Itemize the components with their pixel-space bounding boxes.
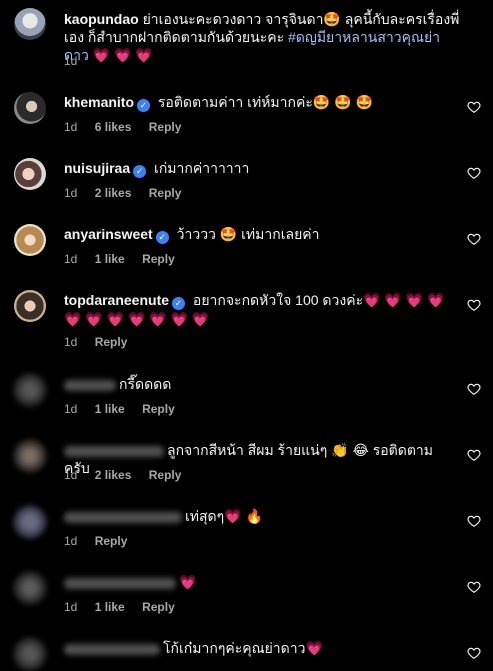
- comment-text: 💗: [179, 574, 197, 590]
- avatar[interactable]: [14, 440, 46, 472]
- reply-button[interactable]: Reply: [149, 120, 182, 134]
- comment-time: 1d: [64, 402, 78, 416]
- username-redacted: [64, 577, 176, 589]
- heart-outline-icon[interactable]: [467, 580, 481, 594]
- comment-time: 1d: [64, 468, 78, 482]
- username-redacted: [64, 445, 164, 457]
- heart-outline-icon[interactable]: [467, 100, 481, 114]
- verified-badge-icon: ✓: [172, 297, 186, 310]
- heart-outline-icon[interactable]: [467, 232, 481, 246]
- heart-outline-icon[interactable]: [467, 166, 481, 180]
- username-redacted: [64, 379, 116, 391]
- heart-outline-icon[interactable]: [467, 646, 481, 660]
- comment-likes[interactable]: 1 like: [95, 600, 125, 614]
- comment-text: ว้าววว 🤩 เท่มากเลยค่า: [176, 226, 320, 242]
- comment-meta: 1d Reply: [64, 335, 141, 349]
- reply-button[interactable]: Reply: [95, 335, 128, 349]
- comment-text: เท่สุดๆ💗 🔥: [185, 508, 263, 524]
- comment-time: 1d: [64, 54, 78, 68]
- comment-username[interactable]: topdaraneenute: [64, 292, 169, 308]
- comment-text: โก้เก๋มากๆค่ะคุณย่าดาว💗: [163, 640, 323, 656]
- comment-username[interactable]: khemanito: [64, 94, 134, 110]
- avatar[interactable]: [14, 572, 46, 604]
- comment-meta: 1d 2 likes Reply: [64, 468, 195, 482]
- verified-badge-icon: ✓: [137, 99, 151, 112]
- comment-time: 1d: [64, 335, 78, 349]
- reply-button[interactable]: Reply: [95, 534, 128, 548]
- heart-outline-icon[interactable]: [467, 382, 481, 396]
- reply-button[interactable]: Reply: [149, 468, 182, 482]
- comment-time: 1d: [64, 186, 78, 200]
- comment-likes[interactable]: 2 likes: [95, 468, 132, 482]
- username-redacted: [64, 643, 160, 655]
- comment-emoji: 💗 💗 💗: [92, 47, 153, 63]
- reply-button[interactable]: Reply: [142, 402, 175, 416]
- comment-meta: 1d Reply: [64, 534, 141, 548]
- username-redacted: [64, 511, 182, 523]
- comment-username[interactable]: kaopundao: [64, 11, 139, 27]
- comment-likes[interactable]: 1 like: [95, 402, 125, 416]
- comment-meta: 1d 1 like Reply: [64, 402, 189, 416]
- heart-outline-icon[interactable]: [467, 298, 481, 312]
- comment-meta: 1d 1 like Reply: [64, 600, 189, 614]
- avatar[interactable]: [14, 8, 46, 40]
- comment-meta: 1d 1 like Reply: [64, 252, 189, 266]
- avatar[interactable]: [14, 158, 46, 190]
- comment-time: 1d: [64, 252, 78, 266]
- heart-outline-icon[interactable]: [467, 448, 481, 462]
- comment-meta: 1d 6 likes Reply: [64, 120, 195, 134]
- comment-text: กรี๊ดดดด: [119, 376, 172, 392]
- comment-username[interactable]: anyarinsweet: [64, 226, 153, 242]
- avatar[interactable]: [14, 92, 46, 124]
- comment-time: 1d: [64, 120, 78, 134]
- verified-badge-icon: ✓: [155, 231, 169, 244]
- verified-badge-icon: ✓: [133, 165, 147, 178]
- comments-list: kaopundao ย่าเองนะคะดวงดาว จารุจินดา🤩 ลุ…: [0, 0, 493, 671]
- reply-button[interactable]: Reply: [149, 186, 182, 200]
- comment-meta: 1d: [64, 54, 91, 68]
- reply-button[interactable]: Reply: [142, 600, 175, 614]
- comment-meta: 1d 2 likes Reply: [64, 186, 195, 200]
- comment-time: 1d: [64, 600, 78, 614]
- avatar[interactable]: [14, 506, 46, 538]
- heart-outline-icon[interactable]: [467, 514, 481, 528]
- comment-text: รอติดตามค่าา เท่ห์มากค่ะ🤩 🤩 🤩: [157, 94, 373, 110]
- comment-likes[interactable]: 2 likes: [95, 186, 132, 200]
- comment-likes[interactable]: 6 likes: [95, 120, 132, 134]
- reply-button[interactable]: Reply: [142, 252, 175, 266]
- comment-likes[interactable]: 1 like: [95, 252, 125, 266]
- avatar[interactable]: [14, 290, 46, 322]
- comment-time: 1d: [64, 534, 78, 548]
- comment-text: เก่มากค่าาาาาา: [154, 160, 250, 176]
- avatar[interactable]: [14, 374, 46, 406]
- avatar[interactable]: [14, 224, 46, 256]
- comment-username[interactable]: nuisujiraa: [64, 160, 130, 176]
- avatar[interactable]: [14, 638, 46, 670]
